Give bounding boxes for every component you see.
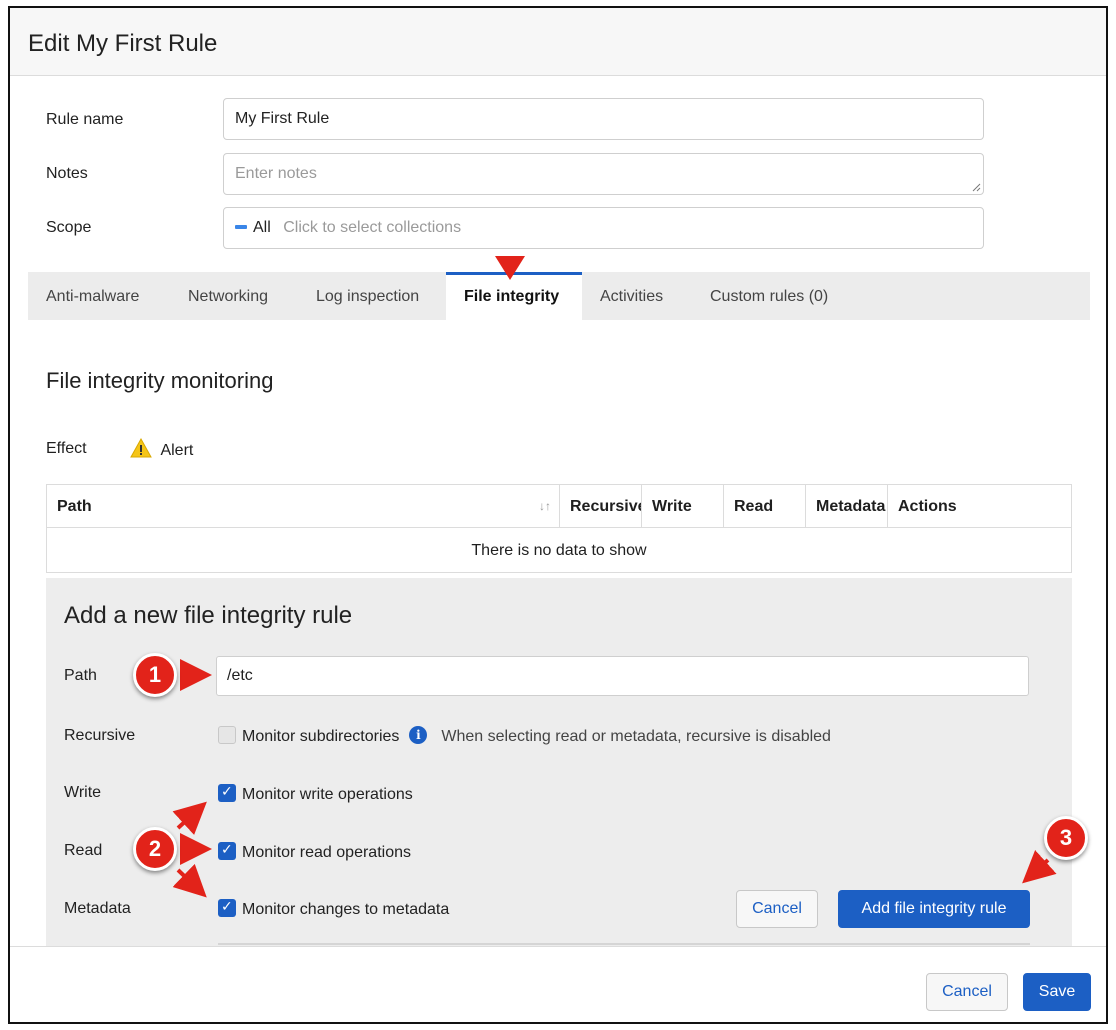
arrow-2-write (172, 801, 207, 835)
arrow-2-metadata (172, 863, 207, 898)
annotation-badge-3: 3 (1044, 816, 1088, 860)
arrow-3 (1022, 850, 1057, 884)
annotation-badge-2: 2 (133, 827, 177, 871)
annotation-arrows (172, 256, 1057, 898)
annotation-badge-1: 1 (133, 653, 177, 697)
tab-pointer-arrow (495, 256, 525, 280)
